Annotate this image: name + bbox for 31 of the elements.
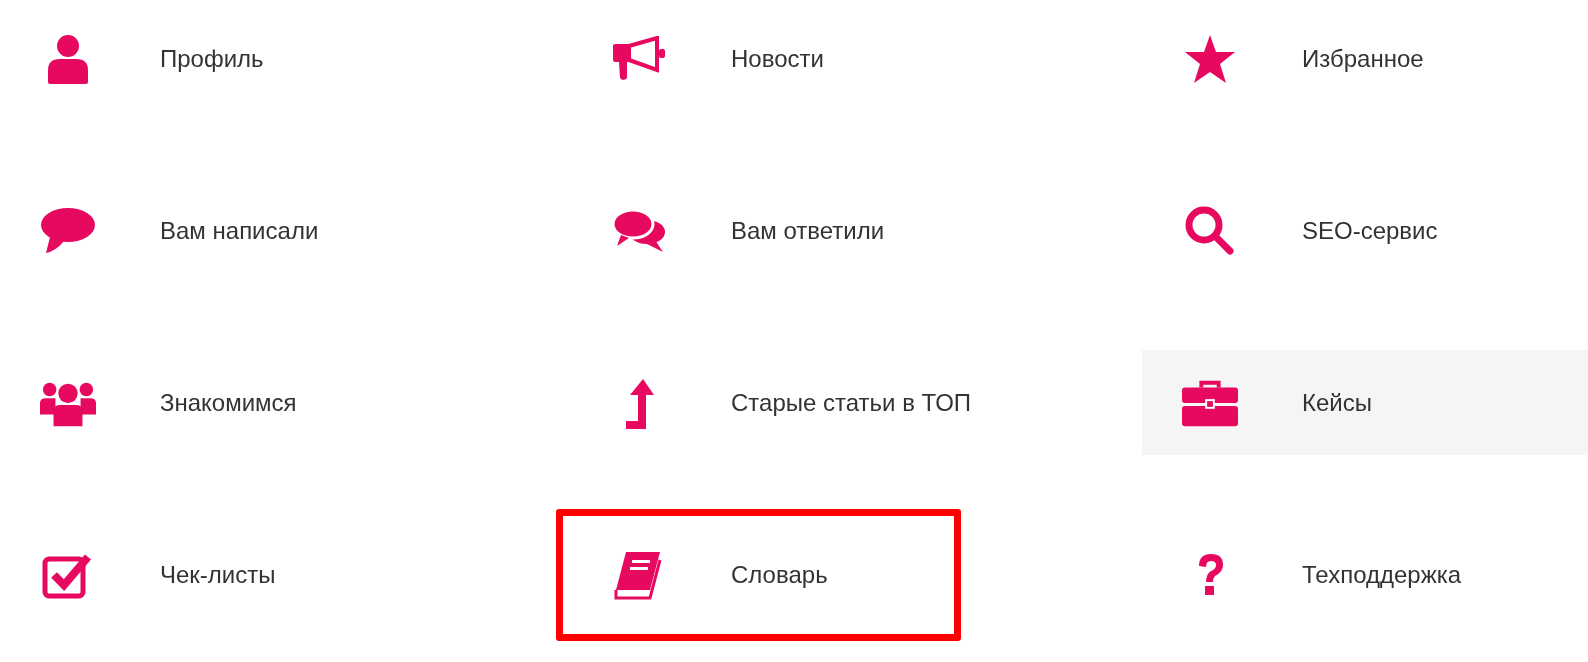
menu-item[interactable]: Вам написали xyxy=(0,178,571,283)
menu-label: Новости xyxy=(731,43,824,74)
menu-item[interactable]: Чек-листы xyxy=(0,522,571,627)
search-icon xyxy=(1184,204,1236,257)
book-icon xyxy=(614,549,664,600)
menu-label: Избранное xyxy=(1302,43,1424,74)
briefcase-icon xyxy=(1182,378,1238,427)
menu-item[interactable]: Знакомимся xyxy=(0,350,571,455)
menu-label: Чек-листы xyxy=(160,559,276,590)
menu-label: Словарь xyxy=(731,559,828,590)
menu-item[interactable]: Избранное xyxy=(1142,6,1588,111)
menu-label: SEO-сервис xyxy=(1302,215,1438,246)
menu-item[interactable]: Старые статьи в ТОП xyxy=(571,350,1142,455)
speech-bubble-icon xyxy=(40,206,96,255)
menu-item[interactable]: Кейсы xyxy=(1142,350,1588,455)
menu-label: Кейсы xyxy=(1302,387,1372,418)
menu-item[interactable]: SEO-сервис xyxy=(1142,178,1588,283)
megaphone-icon xyxy=(611,35,667,82)
star-icon xyxy=(1184,33,1236,84)
menu-label: Знакомимся xyxy=(160,387,297,418)
person-icon xyxy=(46,33,90,84)
menu-label: Техподдержка xyxy=(1302,559,1462,590)
menu-item[interactable]: Словарь xyxy=(571,522,1142,627)
menu-item[interactable]: Новости xyxy=(571,6,1142,111)
menu-label: Вам ответили xyxy=(731,215,885,246)
menu-label: Вам написали xyxy=(160,215,319,246)
menu-item[interactable]: Техподдержка xyxy=(1142,522,1588,627)
menu-label: Старые статьи в ТОП xyxy=(731,387,972,418)
menu-item[interactable]: Профиль xyxy=(0,6,571,111)
menu-item[interactable]: Вам ответили xyxy=(571,178,1142,283)
menu-label: Профиль xyxy=(160,43,264,74)
